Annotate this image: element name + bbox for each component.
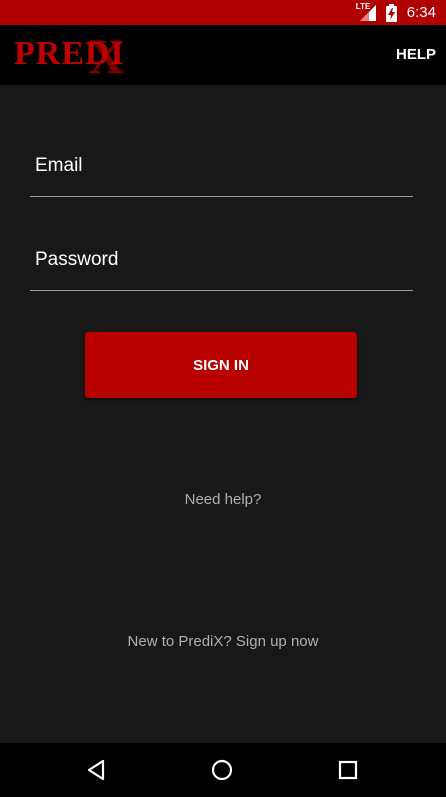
password-field-container (30, 240, 413, 291)
login-screen: LTE 6:34 X PREDI HELP SIGN IN (0, 0, 446, 797)
email-field[interactable] (30, 146, 413, 186)
predix-logo: X PREDI (14, 28, 126, 84)
app-bar: X PREDI HELP (0, 25, 446, 85)
need-help-link[interactable]: Need help? (0, 491, 446, 508)
status-time: 6:34 (406, 4, 436, 21)
lte-signal-icon: LTE (356, 2, 378, 22)
help-button[interactable]: HELP (396, 46, 436, 63)
navigation-bar (0, 743, 446, 797)
home-icon[interactable] (208, 756, 236, 784)
status-bar: LTE 6:34 (0, 0, 446, 25)
recents-icon[interactable] (334, 756, 362, 784)
email-field-container (30, 146, 413, 197)
sign-in-button[interactable]: SIGN IN (85, 332, 357, 398)
sign-up-link[interactable]: New to PrediX? Sign up now (0, 633, 446, 650)
logo-text: PREDI (14, 35, 125, 72)
password-field[interactable] (30, 240, 413, 280)
battery-charging-icon (385, 3, 397, 22)
back-icon[interactable] (83, 756, 111, 784)
